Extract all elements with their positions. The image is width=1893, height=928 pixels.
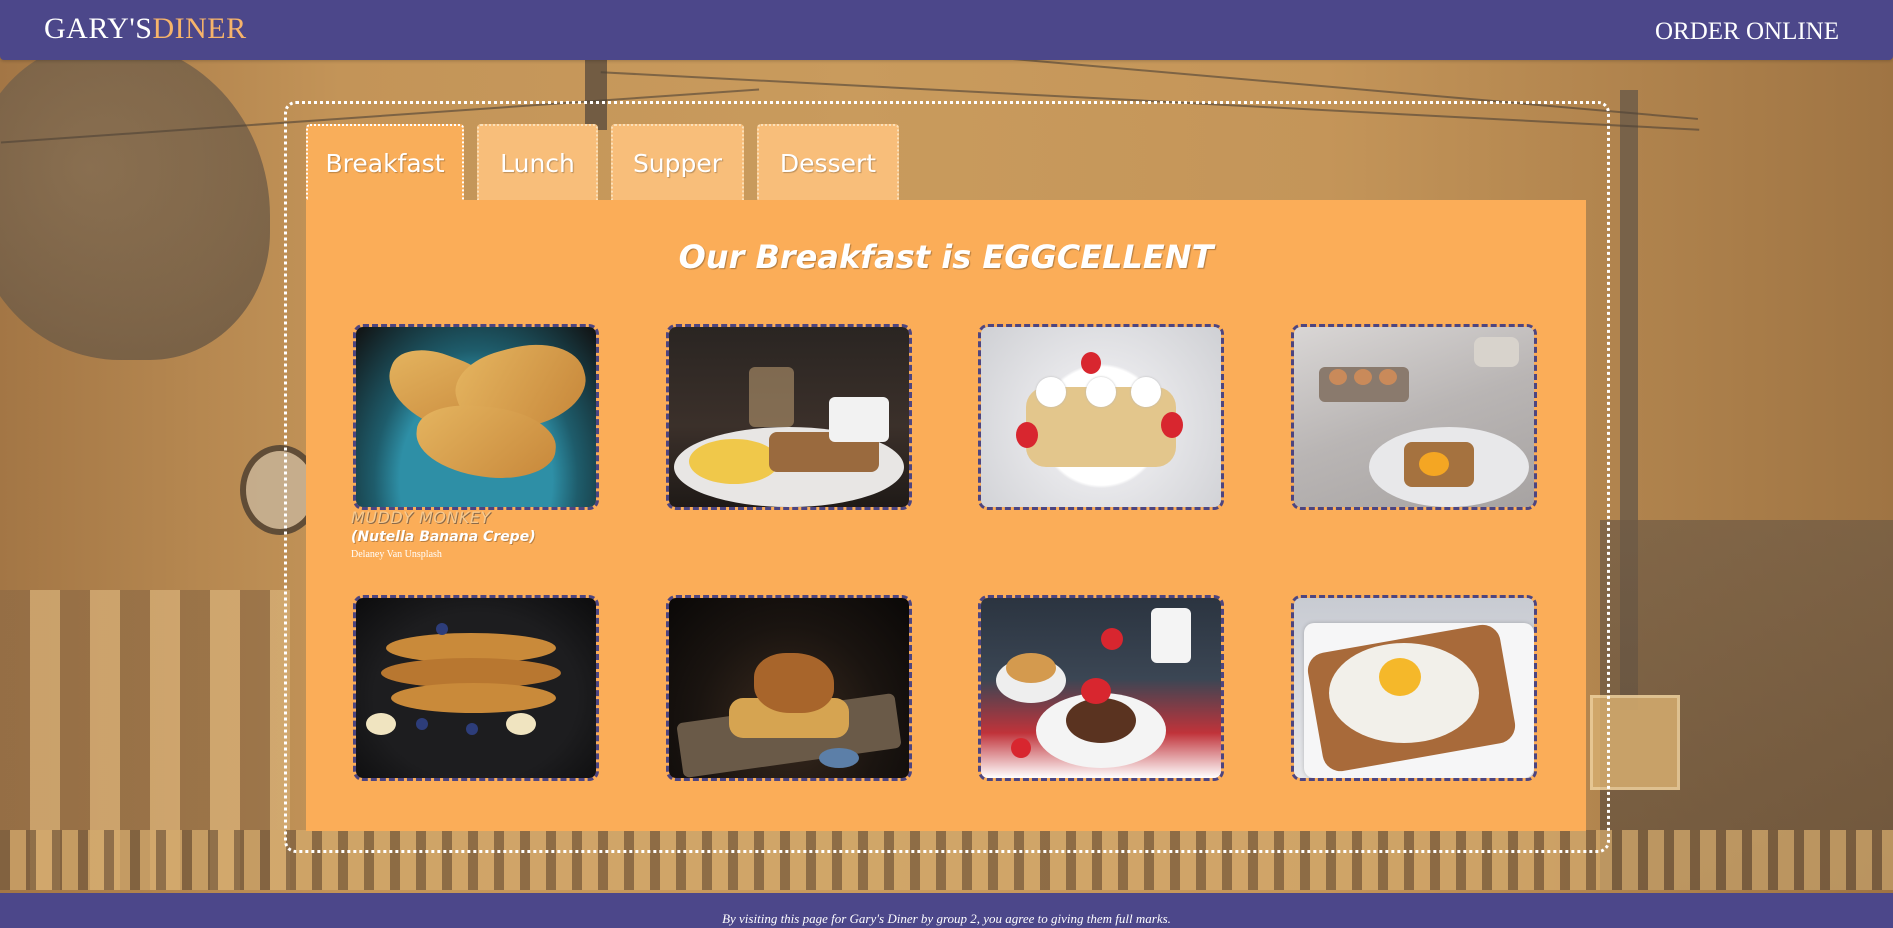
food-card-egg-toast-in-bed[interactable] <box>1291 324 1537 510</box>
menu-tabs: Breakfast Lunch Supper Dessert <box>306 124 912 200</box>
food-shape <box>1419 452 1449 476</box>
site-logo[interactable]: GARY'SDINER <box>44 12 247 46</box>
food-shape <box>749 367 794 427</box>
food-shape <box>1016 422 1038 448</box>
food-shape <box>391 683 556 713</box>
food-shape <box>1006 653 1056 683</box>
food-image <box>1294 598 1534 778</box>
food-shape <box>416 718 428 730</box>
food-shape <box>1131 377 1161 407</box>
food-shape <box>1036 377 1066 407</box>
food-image <box>981 598 1221 778</box>
site-footer: By visiting this page for Gary's Diner b… <box>0 893 1893 928</box>
food-image <box>356 598 596 778</box>
food-name: MUDDY MONKEY <box>351 508 491 527</box>
footer-text: By visiting this page for Gary's Diner b… <box>722 911 1171 926</box>
tab-dessert[interactable]: Dessert <box>757 124 899 200</box>
tab-supper[interactable]: Supper <box>611 124 744 200</box>
food-card-strawberry-pancakes[interactable] <box>978 595 1224 781</box>
food-image <box>669 327 909 507</box>
food-shape <box>1151 608 1191 663</box>
food-shape <box>1354 369 1372 385</box>
food-card-egg-on-toast[interactable] <box>1291 595 1537 781</box>
food-shape <box>506 713 536 735</box>
food-shape <box>1066 698 1136 743</box>
breakfast-panel: Our Breakfast is EGGCELLENT MUDDY MONKEY… <box>306 200 1586 831</box>
food-shape <box>1011 738 1031 758</box>
food-shape <box>1161 412 1183 438</box>
food-card-blueberry-pancakes[interactable] <box>353 595 599 781</box>
photo-credit: Delaney Van Unsplash <box>351 549 442 560</box>
food-shape <box>829 397 889 442</box>
food-image <box>1294 327 1534 507</box>
food-shape <box>1086 377 1116 407</box>
food-image <box>669 598 909 778</box>
food-card-strawberry-crepes[interactable] <box>978 324 1224 510</box>
food-shape <box>1081 678 1111 704</box>
food-shape <box>1379 369 1397 385</box>
food-subtitle: (Nutella Banana Crepe) <box>351 529 536 545</box>
food-shape <box>1081 352 1101 374</box>
food-image <box>981 327 1221 507</box>
food-image <box>356 327 596 507</box>
food-shape <box>366 713 396 735</box>
panel-title: Our Breakfast is EGGCELLENT <box>678 238 1214 276</box>
food-shape <box>1474 337 1519 367</box>
food-shape <box>1379 658 1421 696</box>
food-shape <box>1329 369 1347 385</box>
site-header: GARY'SDINER ORDER ONLINE <box>0 0 1893 60</box>
food-shape <box>436 623 448 635</box>
food-card-full-breakfast[interactable] <box>666 324 912 510</box>
food-card-nutella-crepe[interactable] <box>353 324 599 510</box>
order-online-link[interactable]: ORDER ONLINE <box>1655 18 1839 46</box>
background-tree <box>0 40 270 360</box>
food-shape <box>689 439 779 484</box>
food-card-chicken-waffles[interactable] <box>666 595 912 781</box>
food-shape <box>1101 628 1123 650</box>
logo-accent-text: DINER <box>152 12 247 45</box>
tab-breakfast[interactable]: Breakfast <box>306 124 464 200</box>
food-shape <box>466 723 478 735</box>
logo-text: GARY'S <box>44 12 153 45</box>
tab-lunch[interactable]: Lunch <box>477 124 598 200</box>
food-shape <box>819 748 859 768</box>
food-shape <box>754 653 834 713</box>
food-caption: MUDDY MONKEY (Nutella Banana Crepe) Dela… <box>351 508 611 560</box>
